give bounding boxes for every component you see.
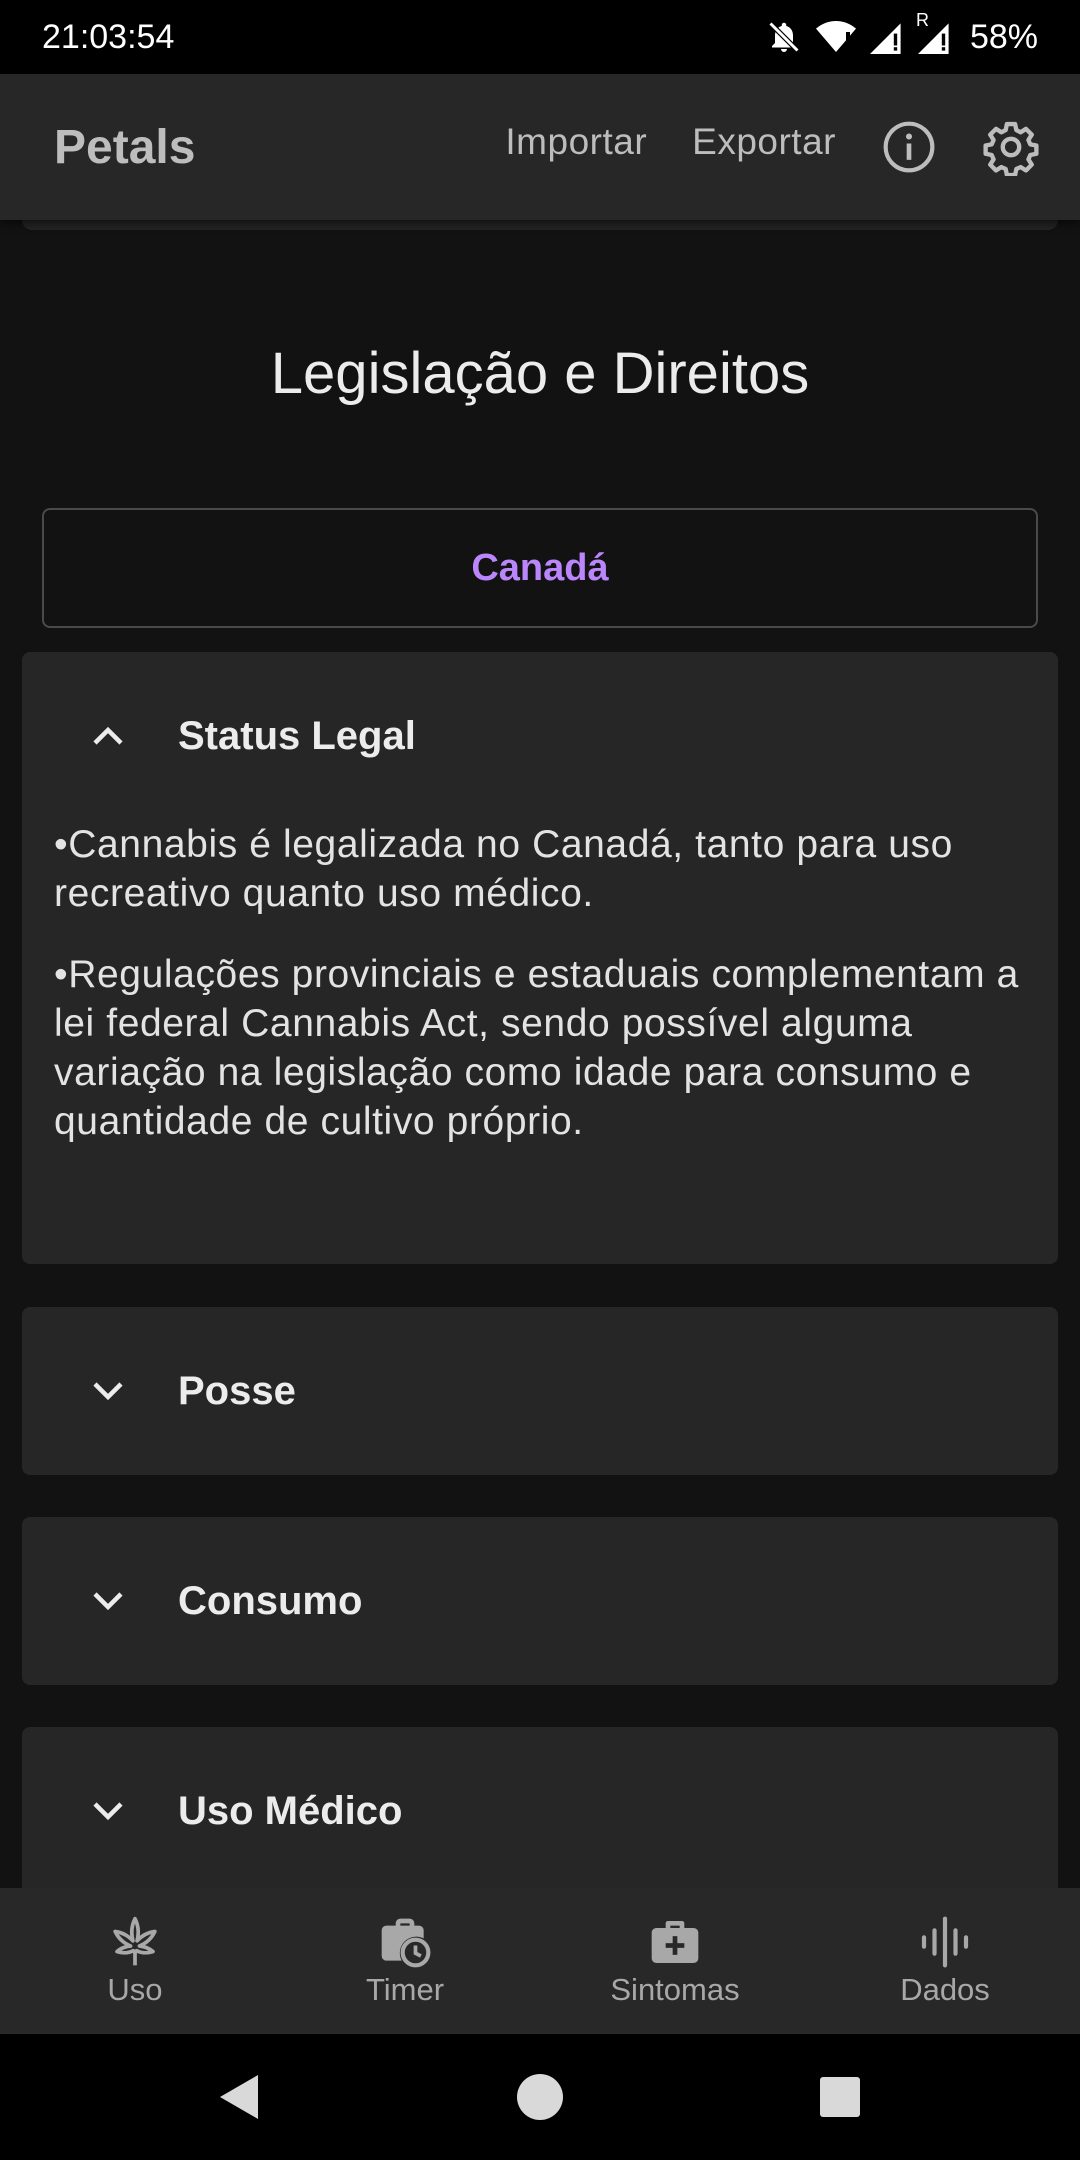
import-button[interactable]: Importar [505,121,647,163]
app-bar: Petals Importar Exportar [0,74,1080,220]
panel-header-consumo[interactable]: Consumo [22,1517,1058,1685]
battery-level: 58% [969,17,1038,56]
nav-label: Dados [900,1972,990,2007]
bottom-navigation: Uso Timer Sintomas Dados [0,1888,1080,2034]
home-circle-icon [517,2074,563,2120]
chevron-down-icon [88,1791,128,1831]
export-button[interactable]: Exportar [692,121,836,163]
cannabis-leaf-icon [113,1916,157,1966]
signal-icon [869,20,904,54]
nav-label: Sintomas [610,1972,740,2007]
recents-button[interactable] [690,2076,990,2118]
status-bar: 21:03:54 R 58% [0,0,1080,74]
legal-paragraph: •Cannabis é legalizada no Canadá, tanto … [54,823,953,915]
nav-item-timer[interactable]: Timer [270,1888,540,2034]
panel-title: Consumo [178,1578,363,1623]
info-button[interactable] [881,119,937,175]
status-icons: R 58% [766,10,1038,57]
roaming-label: R [915,10,929,30]
nav-label: Uso [107,1972,163,2007]
system-navigation-bar [0,2034,1080,2160]
info-icon [883,121,935,173]
notifications-muted-icon [766,19,802,55]
back-triangle-icon [220,2075,258,2119]
timer-bag-icon [381,1918,431,1968]
medical-kit-icon [651,1921,699,1963]
waveform-icon [921,1916,969,1968]
chevron-down-icon [88,1371,128,1411]
gear-icon [983,121,1039,176]
panel-title: Status Legal [178,713,416,758]
panel-header-posse[interactable]: Posse [22,1307,1058,1475]
panel-body-status-legal: •Cannabis é legalizada no Canadá, tanto … [22,820,1058,1146]
legal-paragraph: •Regulações provinciais e estaduais comp… [54,953,1019,1143]
panel-header-status-legal[interactable]: Status Legal [22,652,1058,820]
status-time: 21:03:54 [42,17,175,56]
chevron-down-icon [88,1581,128,1621]
panel-uso-medico[interactable]: Uso Médico [22,1727,1058,1895]
home-button[interactable] [390,2073,690,2121]
chevron-up-icon [88,716,128,756]
back-button[interactable] [90,2073,390,2121]
roaming-signal-icon: R [916,10,952,54]
country-select-button[interactable]: Canadá [42,508,1038,628]
recents-square-icon [820,2077,860,2117]
panel-status-legal: Status Legal •Cannabis é legalizada no C… [22,652,1058,1264]
page-title: Legislação e Direitos [270,341,810,406]
nav-label: Timer [365,1972,445,2007]
panel-title: Uso Médico [178,1788,403,1833]
settings-button[interactable] [982,118,1040,176]
panel-header-uso-medico[interactable]: Uso Médico [22,1727,1058,1895]
panel-posse[interactable]: Posse [22,1307,1058,1475]
wifi-icon [815,20,856,54]
nav-item-sintomas[interactable]: Sintomas [540,1888,810,2034]
panel-title: Posse [178,1368,296,1413]
nav-item-dados[interactable]: Dados [810,1888,1080,2034]
panel-consumo[interactable]: Consumo [22,1517,1058,1685]
app-title: Petals [54,120,196,174]
nav-item-uso[interactable]: Uso [0,1888,270,2034]
